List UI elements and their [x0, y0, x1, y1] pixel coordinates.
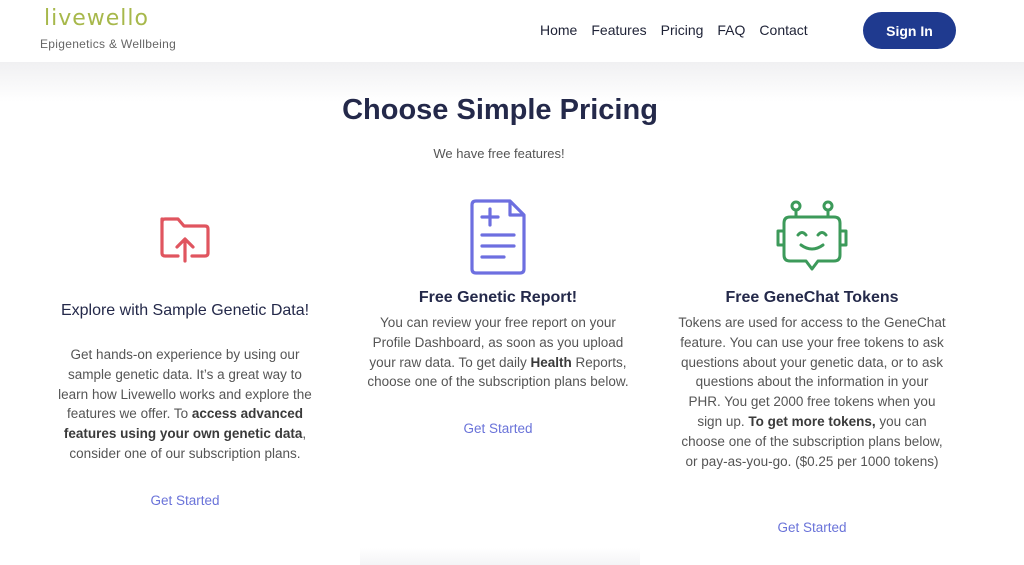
page-title: Choose Simple Pricing — [342, 94, 658, 126]
site-header: livewello Epigenetics & Wellbeing Home F… — [0, 0, 1024, 62]
page-subtitle: We have free features! — [433, 146, 565, 161]
get-started-link[interactable]: Get Started — [364, 421, 632, 436]
folder-upload-icon — [160, 217, 210, 263]
nav-faq[interactable]: FAQ — [717, 22, 745, 38]
card-description: Get hands-on experience by using our sam… — [58, 347, 312, 461]
section-divider — [360, 548, 640, 565]
pricing-card-genechat-tokens: Free GeneChat Tokens Tokens are used for… — [678, 195, 946, 545]
nav-contact[interactable]: Contact — [759, 22, 807, 38]
document-plus-icon — [470, 199, 526, 275]
card-description: You can review your free report on your … — [367, 315, 629, 390]
card-description: Tokens are used for access to the GeneCh… — [678, 315, 946, 469]
logo[interactable]: livewello — [44, 6, 149, 31]
nav-pricing[interactable]: Pricing — [661, 22, 704, 38]
get-started-link[interactable]: Get Started — [678, 520, 946, 535]
sign-in-button[interactable]: Sign In — [863, 12, 956, 49]
get-started-link[interactable]: Get Started — [52, 493, 318, 508]
logo-tagline: Epigenetics & Wellbeing — [40, 37, 177, 51]
pricing-card-sample-data: Explore with Sample Genetic Data! Get ha… — [52, 195, 318, 515]
main-nav: Home Features Pricing FAQ Contact — [540, 22, 822, 38]
card-title: Free GeneChat Tokens — [725, 289, 899, 306]
pricing-card-free-report: Free Genetic Report! You can review your… — [364, 195, 632, 445]
robot-chat-icon — [776, 200, 848, 271]
nav-home[interactable]: Home — [540, 22, 577, 38]
nav-features[interactable]: Features — [591, 22, 646, 38]
card-title: Free Genetic Report! — [418, 289, 578, 306]
card-title: Explore with Sample Genetic Data! — [60, 302, 310, 319]
